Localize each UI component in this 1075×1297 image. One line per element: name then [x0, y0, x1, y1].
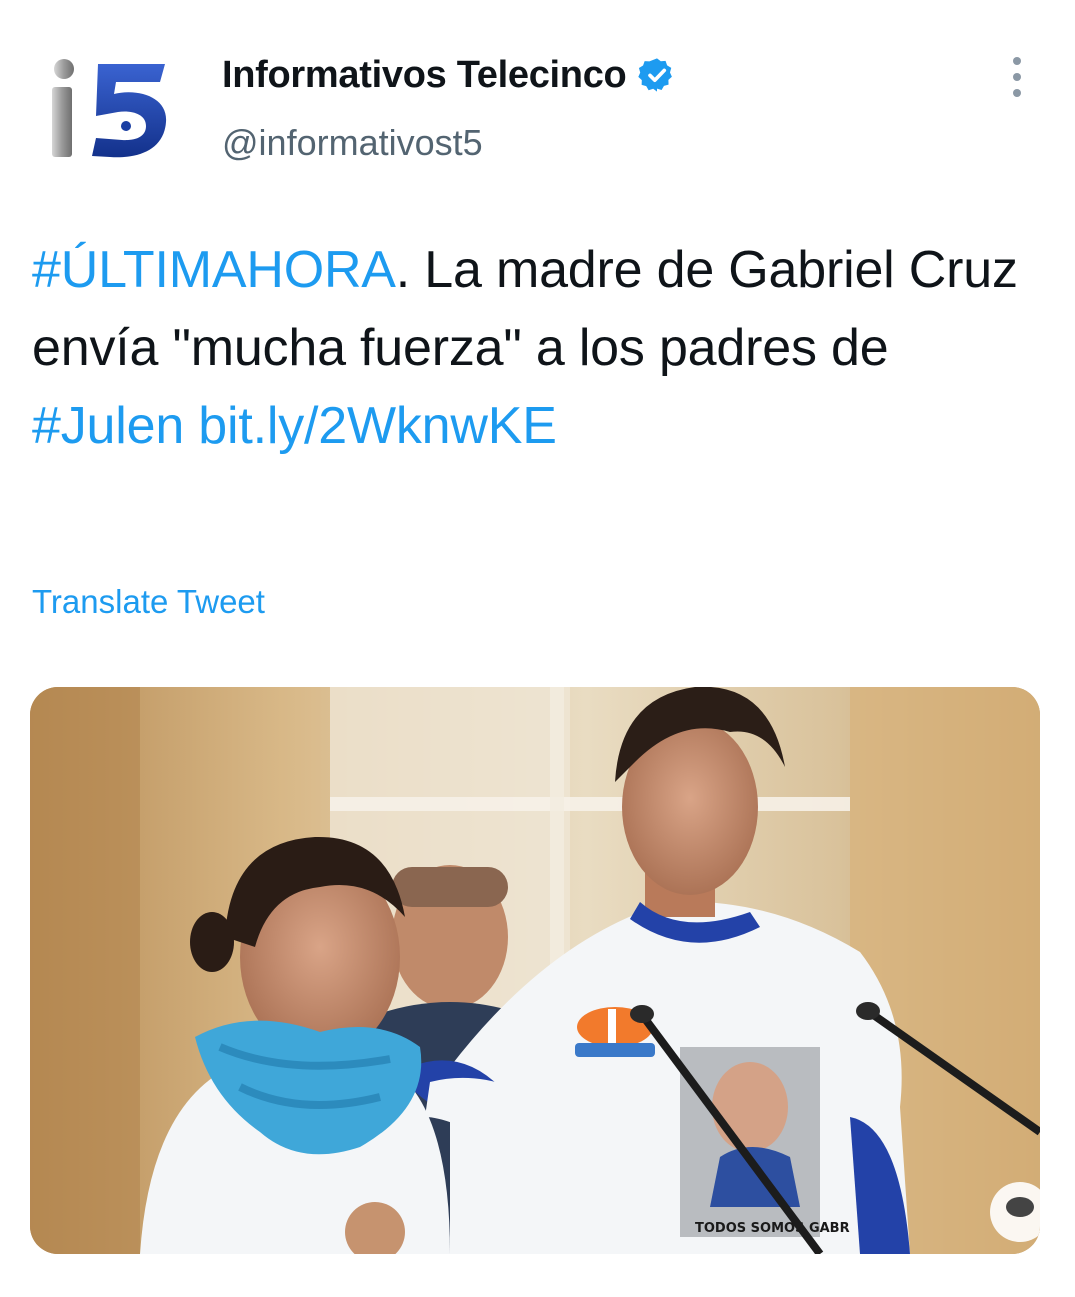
tweet-card[interactable]: Informativos Telecinco @informativost5 #…	[0, 0, 1075, 1297]
name-row: Informativos Telecinco	[222, 50, 676, 100]
author-name[interactable]: Informativos Telecinco	[222, 54, 627, 97]
dot-icon	[1013, 57, 1021, 65]
telecinco-logo-icon	[52, 59, 167, 158]
avatar[interactable]	[30, 42, 180, 172]
dot-icon	[1013, 89, 1021, 97]
tweet-photo[interactable]: TODOS SOMOS GABR	[30, 687, 1040, 1254]
tweet-text: #ÚLTIMAHORA. La madre de Gabriel Cruz en…	[32, 231, 1032, 465]
shirt-text: TODOS SOMOS GABR	[695, 1221, 850, 1236]
hashtag-ultimahora[interactable]: #ÚLTIMAHORA	[32, 241, 396, 299]
hashtag-julen[interactable]: #Julen	[32, 397, 184, 455]
short-link[interactable]: bit.ly/2WknwKE	[198, 397, 557, 455]
author-block: Informativos Telecinco @informativost5	[222, 50, 676, 164]
tweet-text-space	[184, 397, 198, 455]
more-options-button[interactable]	[1003, 57, 1031, 97]
photo-illustration: TODOS SOMOS GABR	[30, 687, 1040, 1254]
verified-badge-icon	[638, 58, 673, 92]
translate-tweet-link[interactable]: Translate Tweet	[32, 583, 265, 621]
author-handle[interactable]: @informativost5	[222, 122, 676, 164]
dot-icon	[1013, 73, 1021, 81]
